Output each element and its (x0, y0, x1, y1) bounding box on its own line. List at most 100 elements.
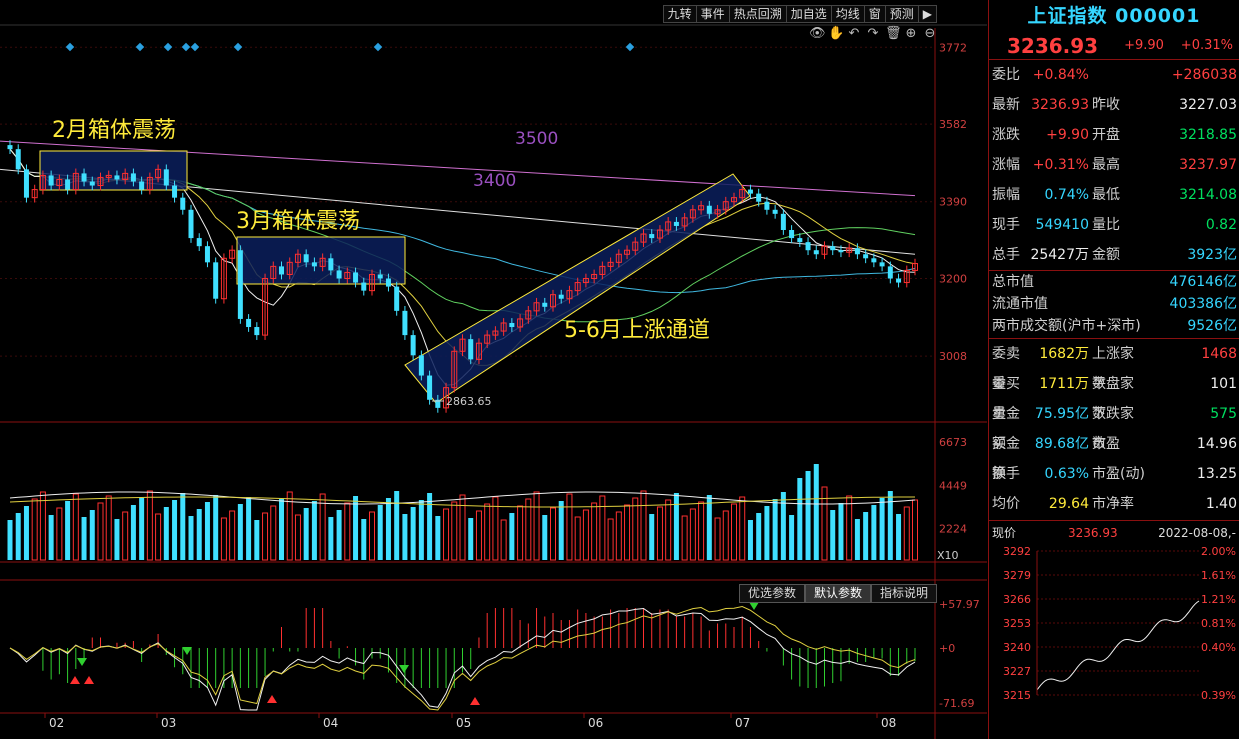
market-value: 9526亿 (1187, 318, 1237, 334)
volume-bar (797, 478, 803, 560)
market-label: 两市成交额(沪市+深市) (992, 318, 1141, 334)
undo-icon[interactable]: ↶ (847, 26, 861, 41)
toolbar-item[interactable]: 事件 (697, 6, 730, 22)
volume-bar (607, 518, 614, 561)
volume-bar (706, 495, 712, 560)
quote-value: +0.84% (1032, 67, 1089, 83)
volume-bar (204, 502, 210, 560)
quote-label: 涨幅 (992, 157, 1020, 173)
volume-bar (649, 514, 655, 560)
toolbar-item[interactable]: 九转 (664, 6, 697, 22)
hand-icon[interactable]: ✋ (828, 26, 844, 41)
quote-value: 101 (1210, 376, 1237, 392)
volume-bar (311, 501, 317, 560)
indicator-tab[interactable]: 指标说明 (870, 584, 937, 603)
intraday-mini-chart[interactable]: 3292 3279 3266 3253 3240 3227 3215 2.00% 1.61% 1.… (989, 545, 1239, 710)
kline-chart-area[interactable]: 3772 3582 3390 3200 3008 2月箱体震荡 3月箱体震荡 5-6月上涨通道… (0, 0, 987, 739)
zoom-in-icon[interactable]: ⊕ (904, 26, 918, 41)
candle-body (418, 355, 424, 376)
volume-bar (698, 501, 705, 561)
volume-bar (673, 493, 679, 560)
quote-value: 575 (1210, 406, 1237, 422)
annotation-3500: 3500 (515, 129, 558, 149)
volume-bar (838, 503, 844, 560)
candle-body (279, 266, 284, 275)
quote-value: 13.25 (1196, 466, 1237, 482)
candle-body (789, 230, 795, 239)
quote-value: +9.90 (1046, 127, 1089, 143)
mini-left-tick: 3266 (1003, 593, 1031, 606)
candle-body (673, 221, 679, 226)
volume-bar (681, 515, 688, 561)
mini-left-tick: 3253 (1003, 617, 1031, 630)
volume-bar (574, 516, 581, 561)
indicator-tab[interactable]: 优选参数 (738, 584, 805, 603)
volume-bar (377, 505, 383, 560)
quote-label: 买金额 (992, 436, 1020, 482)
volume-bar (443, 508, 450, 561)
x-axis-label: 03 (161, 716, 176, 730)
expand-arrow-icon[interactable]: ▶ (919, 6, 936, 22)
market-value: 403386亿 (1169, 296, 1237, 312)
quote-label: 量比 (1092, 217, 1120, 233)
sell-arrow-icon (77, 658, 87, 666)
quote-value: 0.74% (1044, 187, 1089, 203)
event-diamond-marker (65, 42, 75, 52)
volume-bar (756, 513, 762, 560)
mini-date: 2022-08-08,- (1158, 526, 1236, 540)
volume-bar (813, 464, 819, 560)
eye-icon[interactable]: 👁 (809, 26, 826, 41)
quote-row: 换手 0.63% 市盈(动) 13.25 (989, 459, 1239, 489)
annotation-3400: 3400 (473, 171, 516, 191)
volume-bar (509, 513, 515, 560)
quote-label: 委卖量 (992, 346, 1020, 392)
toolbar-item[interactable]: 窗 (865, 6, 886, 22)
redo-icon[interactable]: ↷ (866, 26, 880, 41)
candle-body (509, 322, 515, 328)
volume-bar (220, 517, 227, 561)
volume-bar (336, 510, 342, 560)
candle-body (871, 258, 877, 263)
volume-bar (48, 515, 54, 560)
mini-right-tick: 0.39% (1201, 689, 1236, 702)
quote-row: 振幅 0.74% 最低 3214.08 (989, 180, 1239, 210)
candle-body (879, 262, 885, 267)
toolbar-item[interactable]: 预测 (886, 6, 919, 22)
mini-left-tick: 3227 (1003, 665, 1031, 678)
quote-label: 最新 (992, 97, 1020, 113)
toolbar-item[interactable]: 加自选 (787, 6, 832, 22)
volume-bar (863, 512, 869, 560)
candle-body (764, 201, 770, 210)
candle-body (756, 193, 762, 202)
indicator-tabs: 优选参数 默认参数 指标说明 (738, 584, 937, 603)
quote-value: 0.63% (1044, 466, 1089, 482)
trash-icon[interactable]: 🗑 (885, 26, 902, 41)
volume-bar (23, 506, 29, 560)
volume-bar (39, 491, 46, 561)
mini-right-tick: 0.81% (1201, 617, 1236, 630)
mini-left-tick: 3240 (1003, 641, 1031, 654)
volume-bar (896, 514, 902, 560)
indicator-tab[interactable]: 默认参数 (804, 584, 871, 603)
volume-tick-label: 6673 (939, 436, 967, 449)
volume-bar (517, 505, 524, 561)
candle-body (303, 254, 309, 263)
volume-bar (262, 512, 269, 561)
mini-right-tick: 1.61% (1201, 569, 1236, 582)
toolbar-item[interactable]: 均线 (832, 6, 865, 22)
mini-right-tick: 0.40% (1201, 641, 1236, 654)
toolbar-item[interactable]: 热点回溯 (730, 6, 787, 22)
volume-bar (237, 504, 243, 560)
volume-bar (402, 514, 408, 560)
candle-body (377, 274, 383, 279)
candle-body (188, 209, 194, 239)
candle-body (649, 234, 655, 239)
volume-bar (772, 499, 778, 560)
quote-value: 549410 (1035, 217, 1089, 233)
kline-chart[interactable]: 3772 3582 3390 3200 3008 2月箱体震荡 3月箱体震荡 5-6月上涨通道… (0, 0, 987, 739)
event-diamond-marker (135, 42, 145, 52)
quote-rows: 委比 +0.84% +286038 最新 3236.93 昨收 3227.03 涨跌 +9.90… (989, 60, 1239, 270)
volume-bar (410, 507, 416, 560)
quote-label: 振幅 (992, 187, 1020, 203)
zoom-out-icon[interactable]: ⊖ (923, 26, 937, 41)
